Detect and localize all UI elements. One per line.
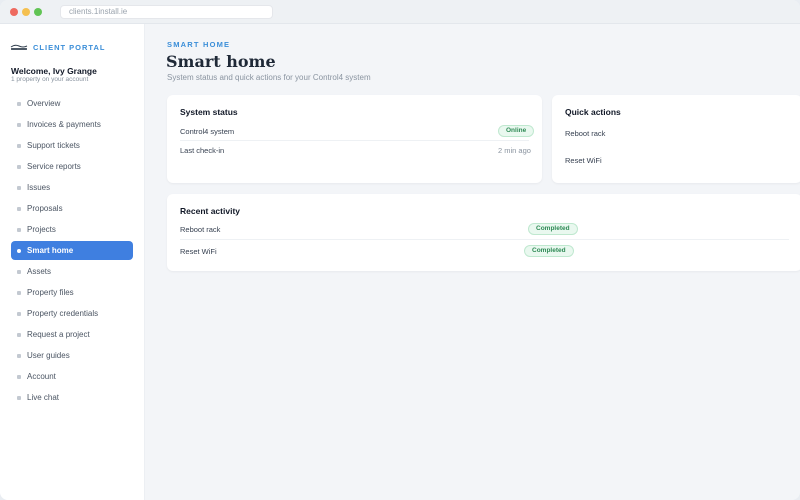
recent-activity-title: Recent activity xyxy=(180,206,240,216)
quick-actions-card: Quick actions Reboot rack Reset WiFi xyxy=(552,95,800,183)
last-checkin-value: 2 min ago xyxy=(498,146,531,155)
row-divider xyxy=(180,239,789,240)
sidebar-item-label: Account xyxy=(27,372,56,381)
brand-label: CLIENT PORTAL xyxy=(33,42,106,52)
sidebar-item-label: Property files xyxy=(27,288,74,297)
activity-status-badge: Completed xyxy=(524,245,574,257)
main-content: SMART HOME Smart home System status and … xyxy=(145,24,800,500)
sidebar-item-property-credentials[interactable]: Property credentials xyxy=(11,304,133,323)
square-bullet-icon xyxy=(17,374,21,379)
square-bullet-icon xyxy=(17,206,21,211)
sidebar-item-proposals[interactable]: Proposals xyxy=(11,199,133,218)
sidebar-item-overview[interactable]: Overview xyxy=(11,94,133,113)
browser-window: clients.1install.ie CLIENT PORTAL Welcom… xyxy=(0,0,800,500)
sidebar-item-assets[interactable]: Assets xyxy=(11,262,133,281)
sidebar-item-projects[interactable]: Projects xyxy=(11,220,133,239)
page-subtitle: System status and quick actions for your… xyxy=(167,73,371,82)
status-row-label: Last check-in xyxy=(180,146,225,155)
square-bullet-icon xyxy=(17,353,21,358)
page-eyebrow: SMART HOME xyxy=(167,40,231,49)
square-bullet-icon xyxy=(17,269,21,274)
activity-row-label: Reboot rack xyxy=(180,225,221,234)
square-bullet-icon xyxy=(17,122,21,127)
welcome-subtext: 1 property on your account xyxy=(11,76,89,83)
square-bullet-icon xyxy=(17,143,21,148)
brand[interactable]: CLIENT PORTAL xyxy=(10,41,105,53)
sidebar-item-label: Property credentials xyxy=(27,309,99,318)
sidebar-item-label: Projects xyxy=(27,225,56,234)
sidebar-item-user-guides[interactable]: User guides xyxy=(11,346,133,365)
sidebar-item-label: Request a project xyxy=(27,330,90,339)
sidebar-item-label: Assets xyxy=(27,267,52,276)
sidebar-item-label: Issues xyxy=(27,183,51,192)
square-bullet-icon xyxy=(17,311,21,316)
system-status-title: System status xyxy=(180,107,238,117)
close-window-button[interactable] xyxy=(10,8,18,16)
sidebar-item-account[interactable]: Account xyxy=(11,367,133,386)
sidebar-item-label: Invoices & payments xyxy=(27,120,101,129)
recent-activity-card: Recent activity Reboot rack Completed Re… xyxy=(167,194,800,271)
sidebar-item-label: Proposals xyxy=(27,204,63,213)
welcome-heading: Welcome, Ivy Grange xyxy=(11,66,97,76)
page-title: Smart home xyxy=(166,52,276,71)
sidebar-item-issues[interactable]: Issues xyxy=(11,178,133,197)
sidebar-item-label: Support tickets xyxy=(27,141,80,150)
quick-actions-title: Quick actions xyxy=(565,107,621,117)
round-bullet-icon xyxy=(17,248,21,253)
sidebar-item-label: User guides xyxy=(27,351,70,360)
square-bullet-icon xyxy=(17,332,21,337)
sidebar-nav: Overview Invoices & payments Support tic… xyxy=(11,94,133,409)
reboot-rack-action[interactable]: Reboot rack xyxy=(565,129,605,138)
sidebar-item-property-files[interactable]: Property files xyxy=(11,283,133,302)
square-bullet-icon xyxy=(17,101,21,106)
maximize-window-button[interactable] xyxy=(34,8,42,16)
square-bullet-icon xyxy=(17,395,21,400)
company-logo-icon xyxy=(10,44,28,50)
system-status-card: System status Control4 system Online Las… xyxy=(167,95,542,183)
sidebar-item-label: Smart home xyxy=(27,246,74,255)
square-bullet-icon xyxy=(17,185,21,190)
sidebar-item-label: Service reports xyxy=(27,162,81,171)
browser-titlebar: clients.1install.ie xyxy=(0,0,800,24)
activity-row-label: Reset WiFi xyxy=(180,247,217,256)
activity-status-badge: Completed xyxy=(528,223,578,235)
sidebar-item-live-chat[interactable]: Live chat xyxy=(11,388,133,407)
row-divider xyxy=(180,140,529,141)
sidebar-item-support-tickets[interactable]: Support tickets xyxy=(11,136,133,155)
sidebar-item-request-project[interactable]: Request a project xyxy=(11,325,133,344)
status-badge: Online xyxy=(498,125,535,137)
square-bullet-icon xyxy=(17,290,21,295)
square-bullet-icon xyxy=(17,227,21,232)
square-bullet-icon xyxy=(17,164,21,169)
sidebar-item-smart-home[interactable]: Smart home xyxy=(11,241,133,260)
sidebar-item-label: Overview xyxy=(27,99,61,108)
status-row-label: Control4 system xyxy=(180,127,235,136)
minimize-window-button[interactable] xyxy=(22,8,30,16)
sidebar: CLIENT PORTAL Welcome, Ivy Grange 1 prop… xyxy=(0,24,145,500)
address-bar[interactable]: clients.1install.ie xyxy=(60,5,273,19)
reset-wifi-action[interactable]: Reset WiFi xyxy=(565,156,602,165)
sidebar-item-label: Live chat xyxy=(27,393,60,402)
sidebar-item-invoices[interactable]: Invoices & payments xyxy=(11,115,133,134)
sidebar-item-service-reports[interactable]: Service reports xyxy=(11,157,133,176)
